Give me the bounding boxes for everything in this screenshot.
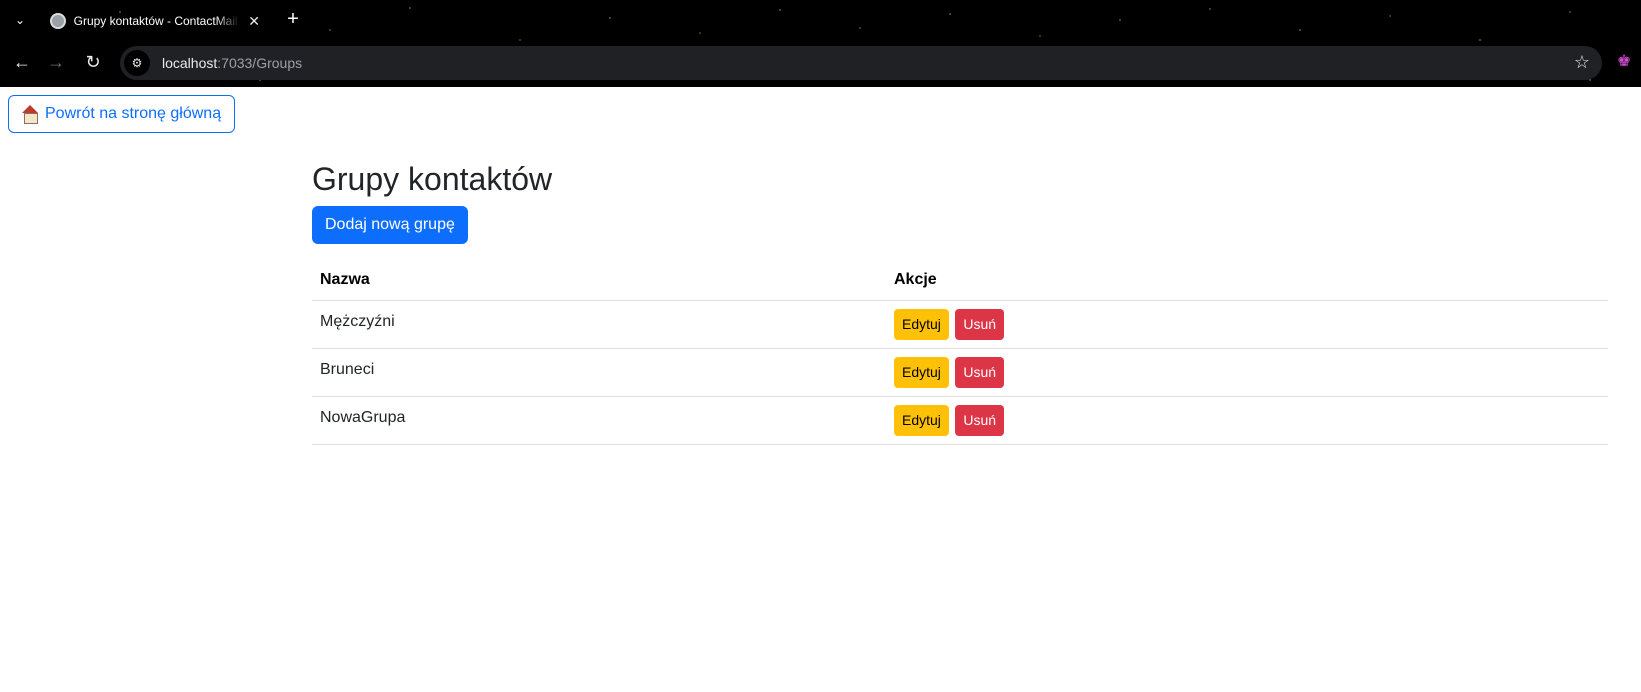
delete-button[interactable]: Usuń bbox=[955, 404, 1005, 436]
back-home-button[interactable]: Powrót na stronę główną bbox=[8, 95, 235, 133]
back-home-label: Powrót na stronę główną bbox=[45, 105, 222, 122]
reload-icon[interactable]: ↻ bbox=[81, 50, 105, 74]
column-header-name: Nazwa bbox=[312, 260, 886, 301]
delete-button[interactable]: Usuń bbox=[955, 356, 1005, 388]
edit-button[interactable]: Edytuj bbox=[894, 404, 949, 436]
actions-cell: Edytuj Usuń bbox=[886, 300, 1608, 349]
edit-button[interactable]: Edytuj bbox=[894, 308, 949, 340]
groups-table: Nazwa Akcje Mężczyźni Edytuj Usuń Brunec… bbox=[312, 260, 1608, 445]
arrow-left-icon[interactable]: ← bbox=[10, 50, 34, 74]
extension-icon[interactable]: ♚ bbox=[1614, 52, 1634, 72]
house-icon bbox=[21, 105, 39, 124]
chevron-down-icon[interactable]: ⌄ bbox=[10, 10, 30, 30]
close-tab-icon[interactable]: ✕ bbox=[248, 13, 260, 30]
column-header-actions: Akcje bbox=[886, 260, 1608, 301]
globe-icon bbox=[50, 13, 66, 29]
tab-title: Grupy kontaktów - ContactMail bbox=[73, 14, 238, 28]
table-row: Mężczyźni Edytuj Usuń bbox=[312, 300, 1608, 349]
group-name: Bruneci bbox=[312, 348, 886, 397]
group-name: NowaGrupa bbox=[312, 396, 886, 445]
tune-icon[interactable]: ⚙ bbox=[124, 50, 150, 76]
edit-button[interactable]: Edytuj bbox=[894, 356, 949, 388]
delete-button[interactable]: Usuń bbox=[955, 308, 1005, 340]
main-container: Grupy kontaktów Dodaj nową grupę Nazwa A… bbox=[312, 160, 1608, 445]
group-name: Mężczyźni bbox=[312, 300, 886, 349]
actions-cell: Edytuj Usuń bbox=[886, 396, 1608, 445]
arrow-right-icon: → bbox=[47, 52, 65, 72]
table-row: NowaGrupa Edytuj Usuń bbox=[312, 396, 1608, 445]
actions-cell: Edytuj Usuń bbox=[886, 348, 1608, 397]
page-title: Grupy kontaktów bbox=[312, 161, 553, 197]
address-bar[interactable]: ⚙ localhost:7033/Groups ☆ bbox=[120, 46, 1602, 80]
new-tab-button[interactable]: + bbox=[282, 8, 304, 30]
browser-tab[interactable]: Grupy kontaktów - ContactMail ✕ bbox=[40, 5, 270, 37]
table-row: Bruneci Edytuj Usuń bbox=[312, 348, 1608, 397]
url-text[interactable]: localhost:7033/Groups bbox=[162, 55, 302, 71]
browser-chrome: ⌄ Grupy kontaktów - ContactMail ✕ + ← → … bbox=[0, 0, 1641, 87]
add-group-button[interactable]: Dodaj nową grupę bbox=[312, 206, 468, 245]
star-icon[interactable]: ☆ bbox=[1574, 52, 1590, 73]
table-header-row: Nazwa Akcje bbox=[312, 260, 1608, 301]
